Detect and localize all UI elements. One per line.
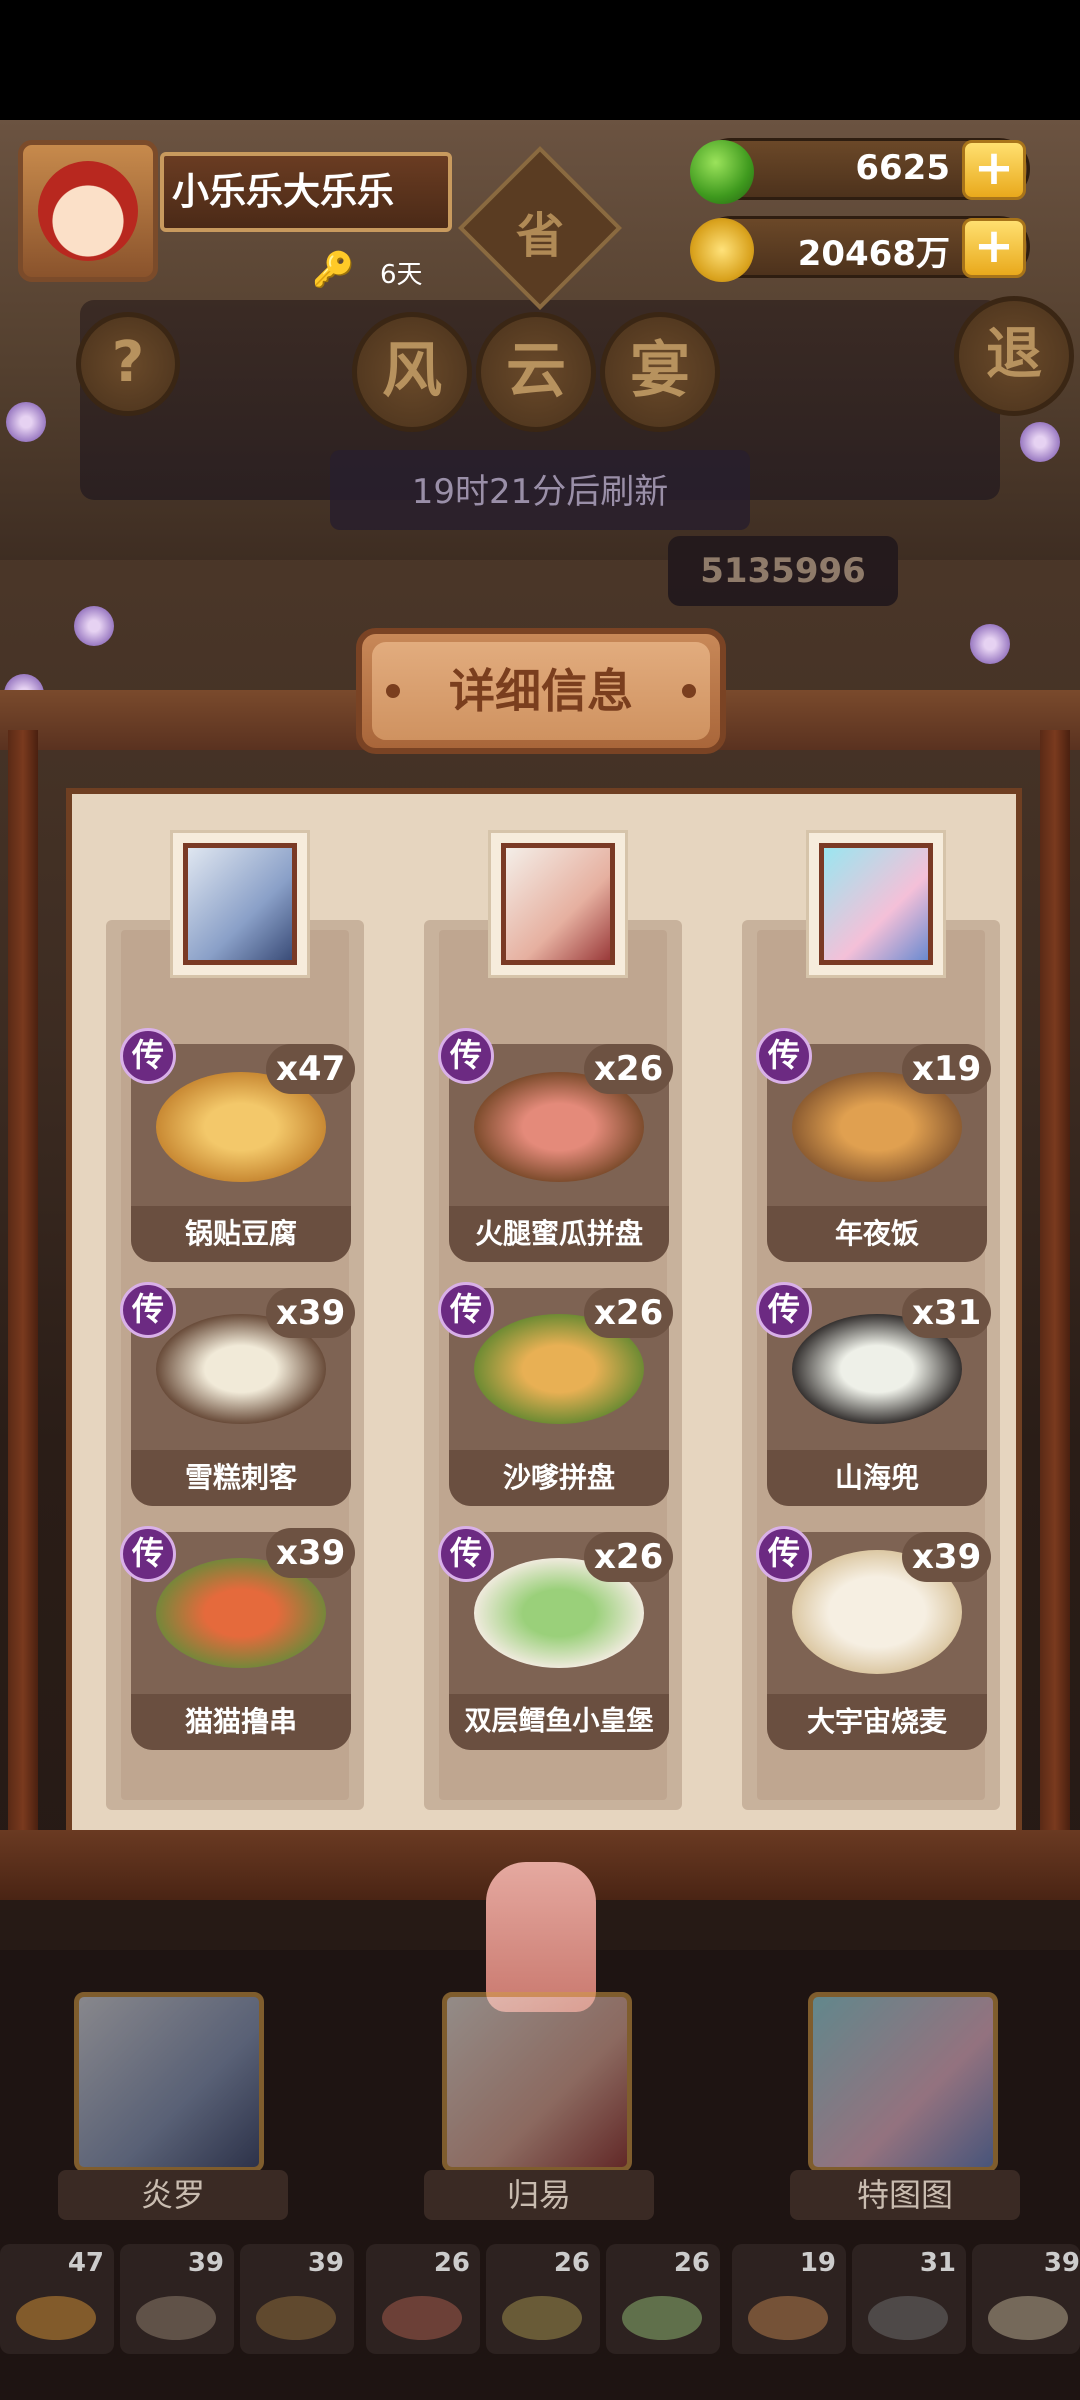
dish-name: 猫猫撸串 xyxy=(131,1694,351,1750)
help-button[interactable]: ? xyxy=(76,312,180,416)
legend-badge: 传 xyxy=(756,1028,812,1084)
portrait-image xyxy=(501,843,615,965)
dish-count: x47 xyxy=(266,1044,356,1094)
legend-badge: 传 xyxy=(438,1282,494,1338)
legend-badge: 传 xyxy=(438,1028,494,1084)
exit-button[interactable]: 退 xyxy=(954,296,1074,416)
dish-count: x31 xyxy=(902,1288,992,1338)
dish-name: 年夜饭 xyxy=(767,1206,987,1262)
title-char-feng: 风 xyxy=(352,312,472,432)
dish-name: 大宇宙烧麦 xyxy=(767,1694,987,1750)
board-left-post xyxy=(8,730,38,1870)
portrait-image xyxy=(183,843,297,965)
food-slot-count: 39 xyxy=(1043,2248,1080,2278)
food-slot-count: 31 xyxy=(919,2248,956,2278)
food-slot-image xyxy=(382,2296,462,2340)
player-name: 小乐乐大乐乐 xyxy=(160,152,452,232)
legend-badge: 传 xyxy=(756,1282,812,1338)
legend-badge: 传 xyxy=(756,1526,812,1582)
dish-name: 沙嗲拼盘 xyxy=(449,1450,669,1506)
food-slot-image xyxy=(502,2296,582,2340)
food-slot-count: 19 xyxy=(799,2248,836,2278)
dish-name: 火腿蜜瓜拼盘 xyxy=(449,1206,669,1262)
character-portrait-1[interactable] xyxy=(170,830,310,978)
character-name-1: 炎罗 xyxy=(58,2170,288,2220)
coin-value: 20468万 xyxy=(797,234,950,274)
dish-count: x26 xyxy=(584,1044,674,1094)
food-slot-count: 39 xyxy=(187,2248,224,2278)
food-slot-image xyxy=(868,2296,948,2340)
dish-name: 锅贴豆腐 xyxy=(131,1206,351,1262)
flower-icon xyxy=(74,606,114,646)
flower-icon xyxy=(6,402,46,442)
food-slot-count: 26 xyxy=(433,2248,470,2278)
food-slot-image xyxy=(622,2296,702,2340)
dish-count: x26 xyxy=(584,1288,674,1338)
score-value: 5135996 xyxy=(668,536,898,606)
detail-dot-left xyxy=(386,684,400,698)
dish-count: x39 xyxy=(266,1528,356,1578)
dish-count: x39 xyxy=(266,1288,356,1338)
character-portrait-3[interactable] xyxy=(806,830,946,978)
dish-name: 山海兜 xyxy=(767,1450,987,1506)
dish-name: 雪糕刺客 xyxy=(131,1450,351,1506)
character-card-3[interactable] xyxy=(808,1992,998,2172)
food-slot-count: 26 xyxy=(553,2248,590,2278)
add-jade-button[interactable]: + xyxy=(962,140,1026,200)
character-portrait-2[interactable] xyxy=(488,830,628,978)
character-name-3: 特图图 xyxy=(790,2170,1020,2220)
food-slot-image xyxy=(16,2296,96,2340)
dish-count: x19 xyxy=(902,1044,992,1094)
character-card-2[interactable] xyxy=(442,1992,632,2172)
food-slot-image xyxy=(256,2296,336,2340)
detail-dot-right xyxy=(682,684,696,698)
player-avatar[interactable] xyxy=(18,140,158,282)
dish-count: x26 xyxy=(584,1532,674,1582)
character-card-1[interactable] xyxy=(74,1992,264,2172)
food-slot-count: 47 xyxy=(67,2248,104,2278)
add-coin-button[interactable]: + xyxy=(962,218,1026,278)
legend-badge: 传 xyxy=(120,1282,176,1338)
legend-badge: 传 xyxy=(120,1028,176,1084)
days-label: 6天 xyxy=(380,260,423,290)
food-slot-image xyxy=(136,2296,216,2340)
flower-icon xyxy=(1020,422,1060,462)
title-char-yan: 宴 xyxy=(600,312,720,432)
food-slot-image xyxy=(748,2296,828,2340)
portrait-image xyxy=(819,843,933,965)
avatar-face xyxy=(38,161,138,261)
character-name-2: 归易 xyxy=(424,2170,654,2220)
food-slot-count: 26 xyxy=(673,2248,710,2278)
detail-info-title: 详细信息 xyxy=(372,642,710,740)
title-char-yun: 云 xyxy=(476,312,596,432)
dish-count: x39 xyxy=(902,1532,992,1582)
key-icon: 🔑 xyxy=(312,250,355,290)
food-slot-count: 39 xyxy=(307,2248,344,2278)
food-slot-image xyxy=(988,2296,1068,2340)
board-right-post xyxy=(1040,730,1070,1870)
dish-name: 双层鳕鱼小皇堡 xyxy=(449,1694,669,1750)
legend-badge: 传 xyxy=(120,1526,176,1582)
bell-ornament-icon xyxy=(486,1862,596,2012)
province-char: 省 xyxy=(515,208,564,264)
refresh-timer: 19时21分后刷新 xyxy=(411,472,669,512)
flower-icon xyxy=(970,624,1010,664)
legend-badge: 传 xyxy=(438,1526,494,1582)
jade-value: 6625 xyxy=(855,148,950,188)
